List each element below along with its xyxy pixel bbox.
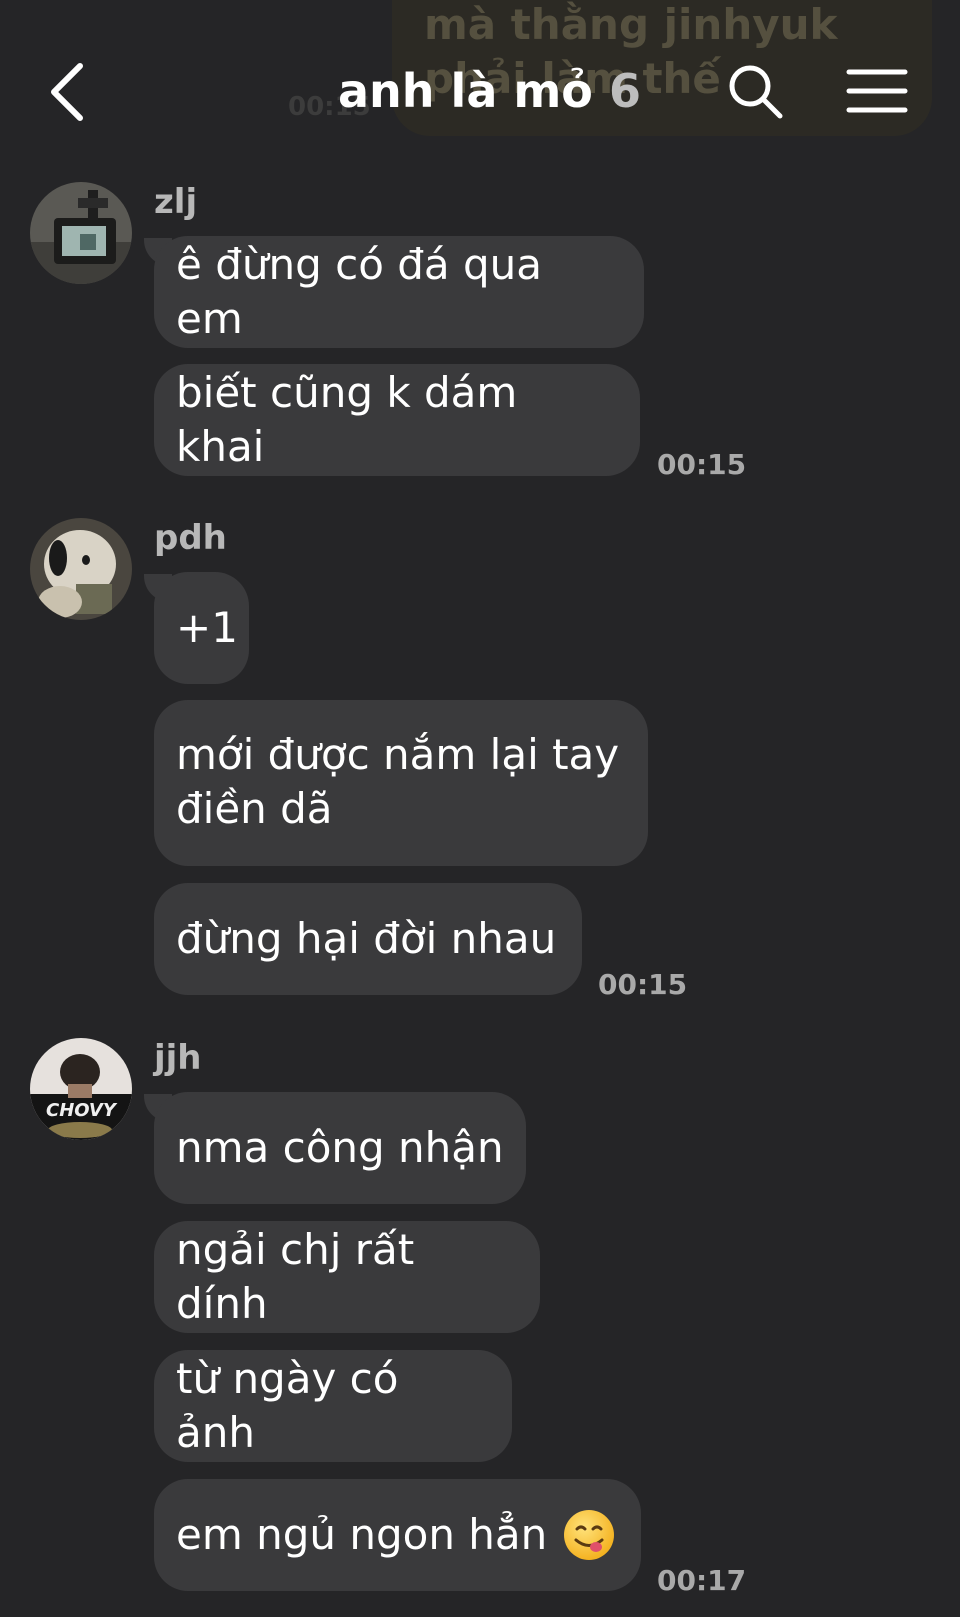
menu-button[interactable] [846, 66, 908, 116]
message-bubble[interactable]: ê đừng có đá qua em [154, 236, 644, 348]
avatar[interactable]: CHOVY [30, 1038, 132, 1140]
message-bubble[interactable]: nma công nhận [154, 1092, 526, 1204]
message-text: từ ngày có ảnh [176, 1354, 399, 1457]
plush-toy-avatar-image [30, 518, 132, 620]
message-text: đừng hại đời nhau [176, 914, 557, 963]
message-bubble[interactable]: mới được nắm lại tay điền dã [154, 700, 648, 866]
message-bubble[interactable]: +1 [154, 572, 249, 684]
avatar-shirt-text: CHOVY [46, 1100, 118, 1121]
avatar[interactable] [30, 518, 132, 620]
chat-title: anh là mỏ 6 [338, 64, 641, 118]
message-bubble[interactable]: ngải chj rất dính [154, 1221, 540, 1333]
hamburger-menu-icon [846, 69, 908, 113]
sender-name: zlj [154, 182, 198, 222]
message-time: 00:15 [598, 968, 688, 1001]
message-text: biết cũng k dám khai [176, 368, 518, 471]
sender-name: jjh [154, 1038, 202, 1078]
chat-name: anh là mỏ [338, 64, 593, 118]
back-button[interactable] [44, 60, 94, 124]
search-icon [729, 65, 783, 119]
message-text: mới được nắm lại tay điền dã [176, 730, 620, 833]
message-bubble[interactable]: em ngủ ngon hẳn [154, 1479, 641, 1591]
avatar[interactable] [30, 182, 132, 284]
sender-name: pdh [154, 518, 227, 558]
message-text: +1 [176, 603, 238, 652]
message-time: 00:17 [657, 1564, 747, 1597]
message-text: ê đừng có đá qua em [176, 240, 543, 343]
message-bubble[interactable]: từ ngày có ảnh [154, 1350, 512, 1462]
chevron-left-icon [51, 63, 83, 121]
message-bubble[interactable]: đừng hại đời nhau [154, 883, 582, 995]
tv-camera-avatar-image [30, 182, 132, 284]
chat-header: anh là mỏ 6 [0, 0, 960, 150]
search-button[interactable] [726, 62, 784, 120]
message-text: ngải chj rất dính [176, 1225, 415, 1328]
member-count: 6 [608, 64, 641, 118]
message-text: nma công nhận [176, 1123, 504, 1172]
message-bubble[interactable]: biết cũng k dám khai [154, 364, 640, 476]
message-time: 00:15 [657, 448, 747, 481]
message-text: em ngủ ngon hẳn [176, 1510, 548, 1559]
person-avatar-image: CHOVY [30, 1038, 132, 1140]
yummy-face-emoji-icon [564, 1510, 615, 1560]
